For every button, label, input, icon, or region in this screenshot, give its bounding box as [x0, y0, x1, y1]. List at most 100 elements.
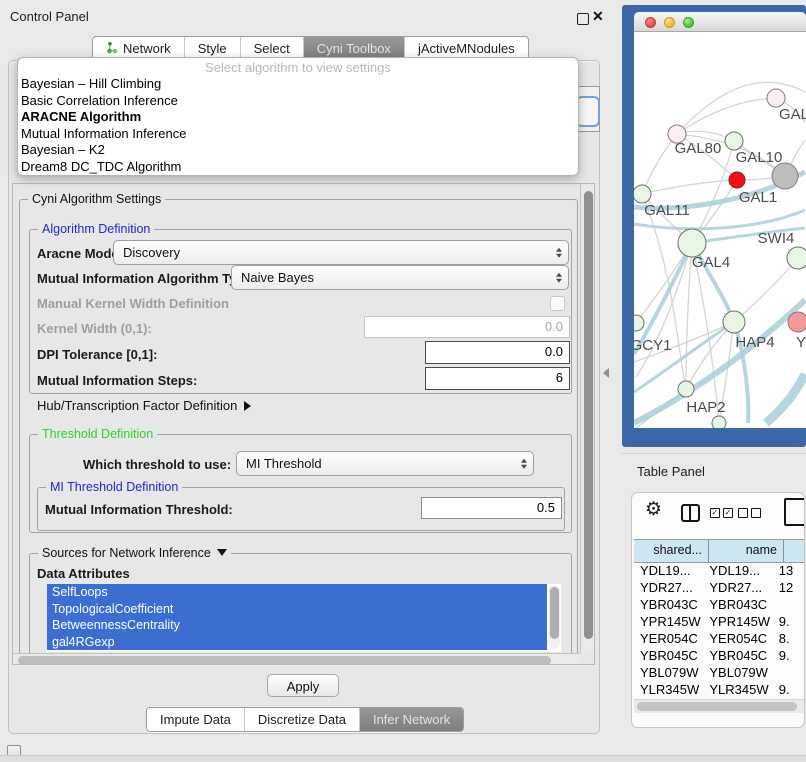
- network-node[interactable]: [725, 132, 743, 150]
- network-node[interactable]: [634, 315, 644, 331]
- network-node[interactable]: [678, 381, 694, 397]
- table-cell: YPR145W: [703, 613, 772, 630]
- mi-steps-field[interactable]: 6: [425, 367, 570, 390]
- dropdown-item[interactable]: Dream8 DC_TDC Algorithm: [18, 159, 578, 176]
- attribute-item[interactable]: BetweennessCentrality: [47, 617, 547, 634]
- network-node[interactable]: [787, 247, 806, 269]
- kernel-width-field[interactable]: 0.0: [364, 316, 570, 338]
- dropdown-item[interactable]: Bayesian – Hill Climbing: [18, 76, 578, 93]
- which-threshold-combo[interactable]: MI Threshold: [236, 451, 534, 476]
- network-node[interactable]: [712, 416, 726, 428]
- column-header[interactable]: shared...: [634, 540, 709, 562]
- stepper-icon: [556, 247, 562, 258]
- network-node[interactable]: [729, 172, 745, 188]
- table-cell: YBL079W: [703, 664, 772, 681]
- table-cell: YDR27...: [703, 579, 772, 596]
- export-table-icon[interactable]: [784, 498, 805, 526]
- table-row[interactable]: YBL079WYBL079W: [634, 664, 805, 681]
- select-all-icon[interactable]: ✓✓: [710, 508, 733, 518]
- data-attributes-list: SelfLoopsTopologicalCoefficientBetweenne…: [47, 584, 561, 652]
- node-table-card: ⚙ ✓✓ shared...name YDL19...YDL19...13YDR…: [631, 492, 805, 728]
- apply-button[interactable]: Apply: [267, 674, 339, 697]
- list-scrollbar[interactable]: [548, 585, 560, 649]
- table-row[interactable]: YPR145WYPR145W9.: [634, 613, 805, 630]
- table-row[interactable]: YBR045CYBR045C9.: [634, 647, 805, 664]
- deselect-all-icon[interactable]: [738, 508, 761, 518]
- network-node[interactable]: [788, 312, 806, 332]
- table-row[interactable]: YDR27...YDR27...12: [634, 579, 805, 596]
- attribute-item[interactable]: SelfLoops: [47, 584, 547, 601]
- network-node[interactable]: [767, 89, 785, 107]
- table-panel-title: Table Panel: [637, 464, 705, 479]
- mi-steps-label: Mutual Information Steps:: [37, 373, 197, 388]
- mi-threshold-field[interactable]: 0.5: [421, 497, 562, 519]
- table-row[interactable]: YLR345WYLR345W9.: [634, 681, 805, 698]
- which-threshold-label: Which threshold to use:: [83, 457, 231, 472]
- dropdown-item[interactable]: Bayesian – K2: [18, 142, 578, 159]
- sources-toggle[interactable]: Sources for Network Inference: [38, 546, 231, 560]
- column-header[interactable]: [784, 540, 805, 562]
- split-pane-collapse-icon[interactable]: [603, 368, 609, 378]
- zoom-traffic-light-icon[interactable]: [683, 17, 694, 28]
- table-row[interactable]: YDL19...YDL19...13: [634, 562, 805, 579]
- table-cell: YBR043C: [703, 596, 772, 613]
- column-browser-icon[interactable]: [681, 504, 700, 522]
- scrollbar-thumb[interactable]: [637, 702, 797, 711]
- table-cell: 9.: [773, 647, 805, 664]
- table-cell: YER054C: [634, 630, 703, 647]
- node-label: HAP4: [735, 334, 774, 351]
- stepper-icon: [556, 272, 562, 283]
- manual-kernel-checkbox[interactable]: [550, 296, 565, 311]
- table-body: YDL19...YDL19...13YDR27...YDR27...12YBR0…: [634, 562, 805, 699]
- aracne-mode-combo[interactable]: Discovery: [113, 240, 569, 265]
- hub-definition-toggle[interactable]: Hub/Transcription Factor Definition: [37, 398, 251, 413]
- sources-title: Sources for Network Inference: [42, 546, 211, 560]
- tab-infer-network[interactable]: Infer Network: [359, 708, 463, 731]
- node-label: GCY1: [634, 337, 671, 354]
- attribute-item[interactable]: TopologicalCoefficient: [47, 601, 547, 618]
- network-edge: [642, 180, 737, 194]
- attribute-item[interactable]: gal4RGexp: [47, 634, 547, 651]
- table-row[interactable]: YER054CYER054C8.: [634, 630, 805, 647]
- dropdown-item[interactable]: Mutual Information Inference: [18, 126, 578, 143]
- horizontal-scrollbar[interactable]: [13, 653, 580, 665]
- network-window-titlebar[interactable]: [634, 12, 806, 32]
- group-title: Algorithm Definition: [38, 222, 154, 236]
- network-node[interactable]: [634, 185, 651, 203]
- table-row[interactable]: YBR043CYBR043C: [634, 596, 805, 613]
- column-header[interactable]: name: [709, 540, 784, 562]
- scrollbar-thumb[interactable]: [584, 191, 593, 639]
- tab-discretize-data[interactable]: Discretize Data: [244, 708, 359, 731]
- scrollbar-thumb[interactable]: [18, 656, 551, 665]
- tab-impute-data[interactable]: Impute Data: [147, 708, 244, 731]
- network-canvas[interactable]: GALGAL80GAL10GAL1GAL11SWI4GAL4GCY1HAP4YH…: [634, 32, 806, 428]
- settings-scrollpane: Cyni Algorithm Settings Algorithm Defini…: [12, 183, 595, 665]
- aracne-mode-label: Aracne Mode:: [37, 246, 123, 261]
- algorithm-dropdown-popup: Select algorithm to view settingsBayesia…: [17, 57, 579, 176]
- close-traffic-light-icon[interactable]: [645, 17, 656, 28]
- dropdown-item[interactable]: ARACNE Algorithm: [18, 109, 578, 126]
- expanded-arrow-icon: [217, 549, 227, 556]
- kernel-width-label: Kernel Width (0,1):: [37, 321, 152, 336]
- gear-icon[interactable]: ⚙: [645, 498, 662, 521]
- network-icon: [106, 41, 118, 57]
- close-icon[interactable]: ✕: [592, 8, 604, 25]
- table-cell: YDR27...: [634, 579, 703, 596]
- mi-type-combo[interactable]: Naive Bayes: [231, 265, 569, 290]
- mi-type-value: Naive Bayes: [241, 266, 314, 289]
- dropdown-item[interactable]: Basic Correlation Inference: [18, 93, 578, 110]
- dpi-tolerance-field[interactable]: 0.0: [425, 341, 570, 364]
- tab-label: Style: [198, 41, 227, 56]
- table-cell: YBL079W: [634, 664, 703, 681]
- scrollbar-thumb[interactable]: [550, 587, 559, 639]
- network-node[interactable]: [772, 163, 798, 189]
- control-panel-title: Control Panel: [10, 9, 89, 24]
- network-node[interactable]: [723, 311, 745, 333]
- table-horizontal-scrollbar[interactable]: [634, 699, 805, 713]
- tab-label: Discretize Data: [258, 712, 346, 727]
- network-node[interactable]: [678, 229, 706, 257]
- vertical-scrollbar[interactable]: [580, 184, 595, 653]
- tab-label: Infer Network: [373, 712, 450, 727]
- float-panel-icon[interactable]: [577, 13, 589, 25]
- minimize-traffic-light-icon[interactable]: [664, 17, 675, 28]
